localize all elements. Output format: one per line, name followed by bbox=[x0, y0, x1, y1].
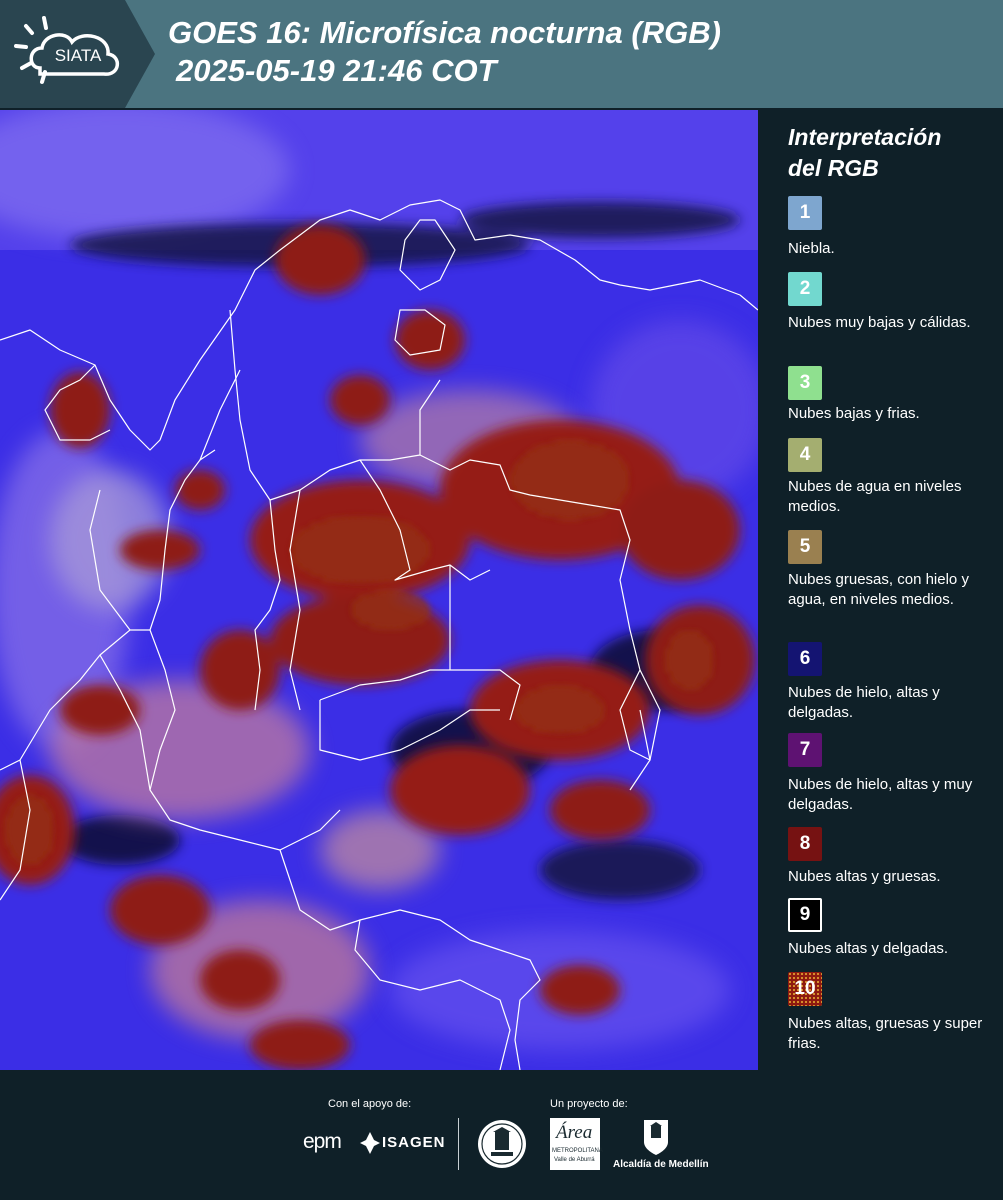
area-logo-sub1: METROPOLITANA bbox=[552, 1148, 603, 1154]
siata-logo: SIATA bbox=[0, 0, 155, 108]
area-metropolitana-logo: Área METROPOLITANA Valle de Aburrá bbox=[550, 1118, 603, 1170]
legend-swatch-10: 10 bbox=[788, 972, 822, 1006]
legend-swatch-1: 1 bbox=[788, 196, 822, 230]
legend-label-8: Nubes altas y gruesas. bbox=[788, 868, 941, 885]
page-title: GOES 16: Microfísica nocturna (RGB) 2025… bbox=[168, 14, 721, 90]
project-label: Un proyecto de: bbox=[550, 1098, 628, 1110]
legend-swatch-7: 7 bbox=[788, 733, 822, 767]
legend-title: Interpretación del RGB bbox=[788, 122, 941, 184]
legend-label-3: Nubes bajas y frias. bbox=[788, 405, 920, 422]
header-bar: SIATA GOES 16: Microfísica nocturna (RGB… bbox=[0, 0, 1003, 108]
alcaldia-shield-icon bbox=[644, 1120, 668, 1155]
area-logo-title: Área bbox=[556, 1122, 593, 1143]
siata-logo-block: SIATA bbox=[0, 0, 155, 108]
legend-label-7: Nubes de hielo, altas y muy delgadas. bbox=[788, 776, 973, 813]
isagen-icon bbox=[360, 1132, 380, 1154]
footer-divider bbox=[458, 1118, 459, 1170]
legend-label-6: Nubes de hielo, altas y delgadas. bbox=[788, 684, 940, 721]
legend-swatch-8: 8 bbox=[788, 827, 822, 861]
legend-swatch-5: 5 bbox=[788, 530, 822, 564]
legend-title-line2: del RGB bbox=[788, 155, 879, 181]
logo-text: SIATA bbox=[55, 46, 102, 65]
satellite-image bbox=[0, 110, 758, 1070]
footer: Con el apoyo de: Un proyecto de: epm ISA… bbox=[0, 1070, 1003, 1200]
title-product: GOES 16: Microfísica nocturna (RGB) bbox=[168, 15, 721, 50]
legend-panel: Interpretación del RGB 1 Niebla. 2 Nubes… bbox=[758, 110, 1003, 1070]
legend-swatch-4: 4 bbox=[788, 438, 822, 472]
legend-label-10: Nubes altas, gruesas y super frias. bbox=[788, 1015, 983, 1052]
support-label: Con el apoyo de: bbox=[328, 1098, 412, 1110]
legend-swatch-3: 3 bbox=[788, 366, 822, 400]
legend-title-line1: Interpretación bbox=[788, 124, 942, 150]
isagen-logo: ISAGEN bbox=[382, 1134, 446, 1151]
legend-label-9: Nubes altas y delgadas. bbox=[788, 940, 949, 957]
satellite-rgb-composite bbox=[0, 110, 758, 1070]
legend-label-1: Niebla. bbox=[788, 240, 835, 257]
legend-swatch-6: 6 bbox=[788, 642, 822, 676]
alcaldia-logo-text: Alcaldía de Medellín bbox=[613, 1159, 709, 1170]
legend-label-4: Nubes de agua en niveles medios. bbox=[788, 478, 962, 515]
legend-swatch-2: 2 bbox=[788, 272, 822, 306]
legend-swatch-9: 9 bbox=[788, 898, 822, 932]
legend-label-5: Nubes gruesas, con hielo y agua, en nive… bbox=[788, 571, 969, 608]
area-logo-sub2: Valle de Aburrá bbox=[554, 1157, 595, 1163]
legend-label-2: Nubes muy bajas y cálidas. bbox=[788, 314, 971, 331]
title-timestamp: 2025-05-19 21:46 COT bbox=[176, 53, 497, 88]
epm-logo: epm bbox=[303, 1130, 342, 1153]
university-seal-icon bbox=[478, 1120, 526, 1168]
